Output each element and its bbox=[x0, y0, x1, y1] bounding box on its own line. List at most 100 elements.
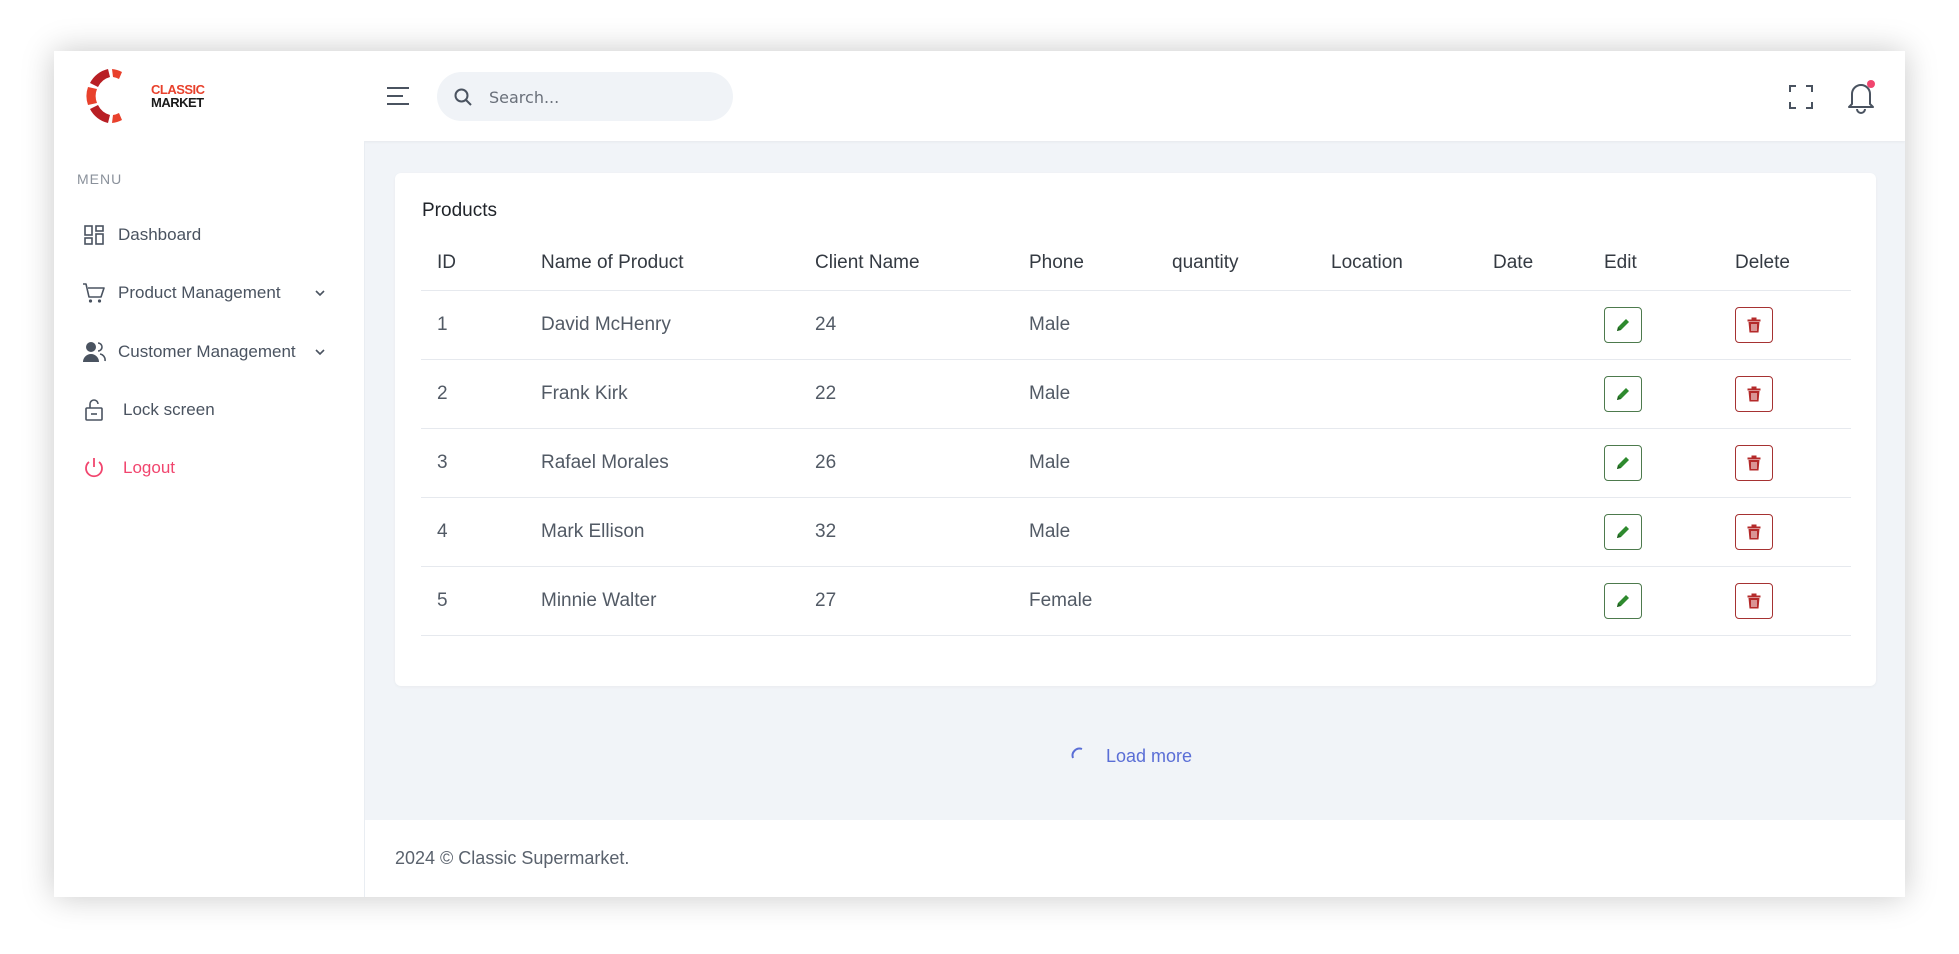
table-row: 2 Frank Kirk 22 Male bbox=[421, 359, 1851, 429]
menu-toggle-button[interactable] bbox=[386, 84, 410, 108]
cell-quantity bbox=[1156, 359, 1315, 429]
trash-icon bbox=[1747, 524, 1761, 540]
sidebar-item-customer-management[interactable]: Customer Management bbox=[82, 338, 342, 366]
notifications-button[interactable] bbox=[1844, 78, 1878, 114]
cell-edit bbox=[1588, 497, 1719, 567]
hamburger-icon bbox=[387, 87, 409, 105]
cell-location bbox=[1315, 566, 1477, 636]
column-header: ID bbox=[421, 236, 525, 291]
cell-id: 1 bbox=[421, 290, 525, 360]
sidebar-item-product-management[interactable]: Product Management bbox=[82, 279, 342, 307]
column-header: Location bbox=[1315, 236, 1477, 291]
column-header: Client Name bbox=[799, 236, 1013, 291]
pencil-icon bbox=[1617, 595, 1629, 607]
cell-date bbox=[1477, 566, 1588, 636]
table-row: 3 Rafael Morales 26 Male bbox=[421, 428, 1851, 498]
column-header: Name of Product bbox=[525, 236, 799, 291]
cell-delete bbox=[1719, 497, 1851, 567]
edit-button[interactable] bbox=[1604, 376, 1642, 412]
cell-edit bbox=[1588, 566, 1719, 636]
cell-location bbox=[1315, 290, 1477, 360]
menu-title: MENU bbox=[77, 171, 123, 187]
cell-quantity bbox=[1156, 566, 1315, 636]
pencil-icon bbox=[1617, 319, 1629, 331]
sidebar-item-label: Customer Management bbox=[118, 342, 296, 361]
top-header: CLASSIC MARKET bbox=[54, 51, 1905, 141]
cell-edit bbox=[1588, 359, 1719, 429]
cell-edit bbox=[1588, 290, 1719, 360]
cell-delete bbox=[1719, 359, 1851, 429]
cell-quantity bbox=[1156, 428, 1315, 498]
cell-name: David McHenry bbox=[525, 290, 799, 360]
cell-phone: Male bbox=[1013, 497, 1156, 567]
chevron-down-icon bbox=[315, 349, 325, 356]
logo-mark-icon bbox=[86, 69, 122, 123]
cell-phone: Male bbox=[1013, 428, 1156, 498]
cell-client: 27 bbox=[799, 566, 1013, 636]
table-row: 1 David McHenry 24 Male bbox=[421, 290, 1851, 360]
app-window: CLASSIC MARKET Search... MENU Dashboard … bbox=[54, 51, 1905, 897]
brand-line2: MARKET bbox=[151, 95, 204, 110]
sidebar-item-label: Logout bbox=[123, 458, 175, 477]
cell-date bbox=[1477, 497, 1588, 567]
fullscreen-button[interactable] bbox=[1787, 83, 1815, 111]
users-icon bbox=[83, 342, 106, 362]
cell-id: 4 bbox=[421, 497, 525, 567]
edit-button[interactable] bbox=[1604, 583, 1642, 619]
search-box bbox=[437, 72, 733, 121]
delete-button[interactable] bbox=[1735, 307, 1773, 343]
table-row: 5 Minnie Walter 27 Female bbox=[421, 566, 1851, 636]
lock-icon bbox=[85, 399, 103, 421]
pencil-icon bbox=[1617, 526, 1629, 538]
sidebar-item-lock-screen[interactable]: Lock screen bbox=[82, 396, 342, 424]
cell-id: 2 bbox=[421, 359, 525, 429]
delete-button[interactable] bbox=[1735, 514, 1773, 550]
brand-logo[interactable]: CLASSIC MARKET bbox=[82, 65, 205, 127]
trash-icon bbox=[1747, 317, 1761, 333]
delete-button[interactable] bbox=[1735, 445, 1773, 481]
cell-id: 3 bbox=[421, 428, 525, 498]
column-header: Phone bbox=[1013, 236, 1156, 291]
cell-delete bbox=[1719, 290, 1851, 360]
cell-delete bbox=[1719, 428, 1851, 498]
cell-phone: Female bbox=[1013, 566, 1156, 636]
edit-button[interactable] bbox=[1604, 514, 1642, 550]
cell-name: Rafael Morales bbox=[525, 428, 799, 498]
cell-client: 32 bbox=[799, 497, 1013, 567]
trash-icon bbox=[1747, 386, 1761, 402]
search-input[interactable] bbox=[487, 81, 721, 113]
cell-quantity bbox=[1156, 497, 1315, 567]
table-row: 4 Mark Ellison 32 Male bbox=[421, 497, 1851, 567]
load-more-label: Load more bbox=[1106, 745, 1193, 766]
fullscreen-icon bbox=[1789, 85, 1813, 109]
cell-location bbox=[1315, 428, 1477, 498]
card-title: Products bbox=[422, 200, 497, 221]
edit-button[interactable] bbox=[1604, 445, 1642, 481]
cell-date bbox=[1477, 290, 1588, 360]
column-header: Edit bbox=[1588, 236, 1719, 291]
spinner-icon bbox=[1071, 747, 1083, 759]
delete-button[interactable] bbox=[1735, 376, 1773, 412]
sidebar-item-logout[interactable]: Logout bbox=[82, 454, 342, 482]
cell-date bbox=[1477, 428, 1588, 498]
cell-location bbox=[1315, 497, 1477, 567]
load-more-button[interactable]: Load more bbox=[1070, 741, 1192, 771]
delete-button[interactable] bbox=[1735, 583, 1773, 619]
dashboard-icon bbox=[84, 225, 104, 245]
cell-date bbox=[1477, 359, 1588, 429]
sidebar-item-dashboard[interactable]: Dashboard bbox=[82, 221, 342, 249]
sidebar-item-label: Dashboard bbox=[118, 225, 202, 244]
cell-quantity bbox=[1156, 290, 1315, 360]
copyright-text: 2024 © Classic Supermarket. bbox=[395, 848, 630, 868]
cell-name: Mark Ellison bbox=[525, 497, 799, 567]
column-header: Delete bbox=[1719, 236, 1851, 291]
cell-name: Frank Kirk bbox=[525, 359, 799, 429]
chevron-down-icon bbox=[315, 290, 325, 297]
cell-id: 5 bbox=[421, 566, 525, 636]
cell-phone: Male bbox=[1013, 359, 1156, 429]
column-header: Date bbox=[1477, 236, 1588, 291]
table-header-row: ID Name of Product Client Name Phone qua… bbox=[421, 236, 1851, 291]
edit-button[interactable] bbox=[1604, 307, 1642, 343]
trash-icon bbox=[1747, 593, 1761, 609]
notification-dot bbox=[1867, 80, 1875, 88]
